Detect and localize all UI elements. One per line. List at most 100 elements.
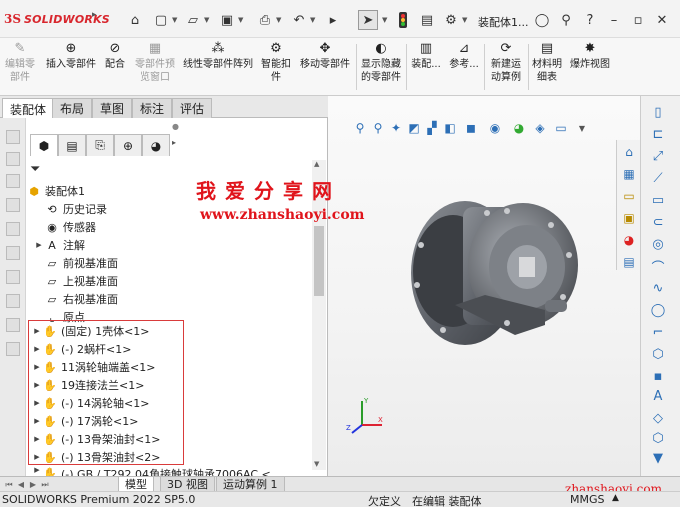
linear-pattern-button[interactable]: ⁂ 线性零部件阵列 <box>179 38 257 96</box>
spline-icon[interactable]: ∿ <box>649 280 667 296</box>
tree-item-right-plane[interactable]: ▱ 右视基准面 <box>34 290 118 308</box>
section-view-icon[interactable]: ◩ <box>406 120 422 136</box>
show-hidden-button[interactable]: ◐ 显示隐藏 的零部件 <box>358 38 404 96</box>
circle-icon[interactable]: ◎ <box>649 236 667 252</box>
assembly-features-button[interactable]: ▥ 装配... <box>408 38 444 96</box>
reference-button[interactable]: ⊿ 参考... <box>446 38 482 96</box>
home-icon[interactable]: ⌂ <box>621 144 637 160</box>
tree-component-partial[interactable]: ▶ ✋ (-) GB / T292 04角接触球轴承7006AC < <box>32 466 270 476</box>
dimxpert-icon[interactable]: ⊕ <box>114 134 142 156</box>
save-icon[interactable]: ▣ <box>218 12 236 28</box>
chevron-down-icon[interactable]: ▼ <box>649 450 667 466</box>
first-tab-icon[interactable]: ⏮ <box>4 479 14 490</box>
tab-model[interactable]: 模型 <box>118 477 154 492</box>
edit-component-button[interactable]: ✎ 编辑零 部件 <box>0 38 40 96</box>
exploded-view-button[interactable]: ✸ 爆炸视图 <box>566 38 614 96</box>
minimize-icon[interactable]: – <box>604 10 624 30</box>
appearances-icon[interactable]: ◕ <box>621 232 637 248</box>
gear-icon[interactable]: ⚙ <box>442 12 460 28</box>
zoom-to-fit-icon[interactable]: ⚲ <box>352 120 368 136</box>
tree-component[interactable]: ▶ ✋ (-) 17涡轮<1> <box>32 412 138 430</box>
tree-item-sensors[interactable]: ◉ 传感器 <box>34 218 96 236</box>
chevron-up-icon[interactable]: ▲ <box>612 493 619 503</box>
tree-component[interactable]: ▶ ✋ (-) 13骨架油封<1> <box>32 430 160 448</box>
expand-arrow-icon[interactable]: ▶ <box>34 241 44 249</box>
tool-icon[interactable] <box>6 246 20 260</box>
expand-arrow-icon[interactable]: ▶ <box>32 435 42 443</box>
expand-arrow-icon[interactable]: ▶ <box>32 399 42 407</box>
next-tab-icon[interactable]: ▶ <box>28 479 38 490</box>
feature-tree-icon[interactable]: ⬢ <box>30 134 58 156</box>
tool-icon[interactable] <box>6 130 20 144</box>
apply-scene-icon[interactable]: ◈ <box>532 120 548 136</box>
display-manager-icon[interactable]: ◕ <box>142 134 170 156</box>
tree-component[interactable]: ▶ ✋ 19连接法兰<1> <box>32 376 144 394</box>
view-settings-icon[interactable]: ▭ <box>550 120 572 136</box>
smart-dimension-icon[interactable]: ⊏ <box>649 126 667 142</box>
tree-component[interactable]: ▶ ✋ 11涡轮轴端盖<1> <box>32 358 155 376</box>
expand-arrow-icon[interactable]: ▶ <box>32 381 42 389</box>
tree-component[interactable]: ▶ ✋ (-) 14涡轮轴<1> <box>32 394 149 412</box>
chevron-down-icon[interactable]: ▼ <box>238 16 244 24</box>
file-explorer-icon[interactable]: ▣ <box>621 210 637 226</box>
folder-icon[interactable]: ▭ <box>621 188 637 204</box>
move-component-button[interactable]: ✥ 移动零部件 <box>296 38 354 96</box>
edit-appearance-icon[interactable]: ◕ <box>508 120 530 136</box>
hide-show-items-icon[interactable]: ◉ <box>484 120 506 136</box>
chevron-down-icon[interactable]: ▼ <box>574 120 590 136</box>
prev-tab-icon[interactable]: ◀ <box>16 479 26 490</box>
tool-icon[interactable] <box>6 318 20 332</box>
tab-layout[interactable]: 布局 <box>52 98 93 118</box>
scrollbar-thumb[interactable] <box>314 226 324 296</box>
tool-icon[interactable] <box>6 270 20 284</box>
tree-item-history[interactable]: ⟲ 历史记录 <box>34 200 107 218</box>
tab-sketch[interactable]: 草图 <box>92 98 133 118</box>
zoom-area-icon[interactable]: ⚲ <box>370 120 386 136</box>
tool-icon[interactable] <box>6 198 20 212</box>
ellipse-icon[interactable]: ◯ <box>649 302 667 318</box>
gearbox-model[interactable] <box>395 185 585 360</box>
expand-arrow-icon[interactable]: ▶ <box>32 417 42 425</box>
redo-icon[interactable]: ▸ <box>324 12 342 28</box>
traffic-light-icon[interactable] <box>394 12 412 28</box>
mate-button[interactable]: ⊘ 配合 <box>101 38 129 96</box>
tab-evaluate[interactable]: 评估 <box>172 98 213 118</box>
expand-arrow-icon[interactable]: ▶ <box>32 453 42 461</box>
tree-component[interactable]: ▶ ✋ (-) 2蜗杆<1> <box>32 340 131 358</box>
panel-grip-icon[interactable]: ● <box>172 122 179 131</box>
print-icon[interactable]: ⎙ <box>256 12 274 28</box>
resources-icon[interactable]: ▦ <box>621 166 637 182</box>
scroll-down-icon[interactable]: ▼ <box>314 460 319 468</box>
rebuild-icon[interactable]: ▤ <box>418 12 436 28</box>
view-orientation-icon[interactable]: ◧ <box>442 120 458 136</box>
expand-arrow-icon[interactable]: ▶ <box>32 327 42 335</box>
line-icon[interactable]: ⟋ <box>649 170 667 186</box>
tab-3d-views[interactable]: 3D 视图 <box>160 477 215 492</box>
solidworks-logo[interactable]: 3S SOLIDWORKS ▸ <box>4 10 110 26</box>
tree-component[interactable]: ▶ ✋ (固定) 1壳体<1> <box>32 322 149 340</box>
configuration-icon[interactable]: ⎘ <box>86 134 114 156</box>
polygon-icon[interactable]: ⬡ <box>649 346 667 362</box>
property-manager-icon[interactable]: ▤ <box>58 134 86 156</box>
maximize-icon[interactable]: ▫ <box>628 10 648 30</box>
chevron-down-icon[interactable]: ▼ <box>172 16 178 24</box>
tool-icon[interactable] <box>6 174 20 188</box>
slot-icon[interactable]: ⊂ <box>649 214 667 230</box>
tool-icon[interactable] <box>6 342 20 356</box>
component-preview-button[interactable]: ▦ 零部件预 览窗口 <box>132 38 178 96</box>
tool-icon[interactable] <box>6 222 20 236</box>
last-tab-icon[interactable]: ⏭ <box>40 479 50 490</box>
tree-item-annotations[interactable]: ▶ A 注解 <box>34 236 85 254</box>
home-icon[interactable]: ⌂ <box>126 12 144 28</box>
sketch-icon[interactable]: ▯ <box>649 104 667 120</box>
insert-component-button[interactable]: ⊕ 插入零部件 <box>42 38 100 96</box>
chevron-right-icon[interactable]: ▸ <box>172 138 176 147</box>
custom-properties-icon[interactable]: ▤ <box>621 254 637 270</box>
tree-item-top-plane[interactable]: ▱ 上视基准面 <box>34 272 118 290</box>
units-status[interactable]: MMGS <box>570 493 605 506</box>
tab-assembly[interactable]: 装配体 <box>2 98 55 119</box>
smart-fasteners-button[interactable]: ⚙ 智能扣 件 <box>258 38 294 96</box>
select-icon[interactable]: ➤ <box>358 10 378 30</box>
help-icon[interactable]: ? <box>580 10 600 30</box>
new-icon[interactable]: ▢ <box>152 12 170 28</box>
